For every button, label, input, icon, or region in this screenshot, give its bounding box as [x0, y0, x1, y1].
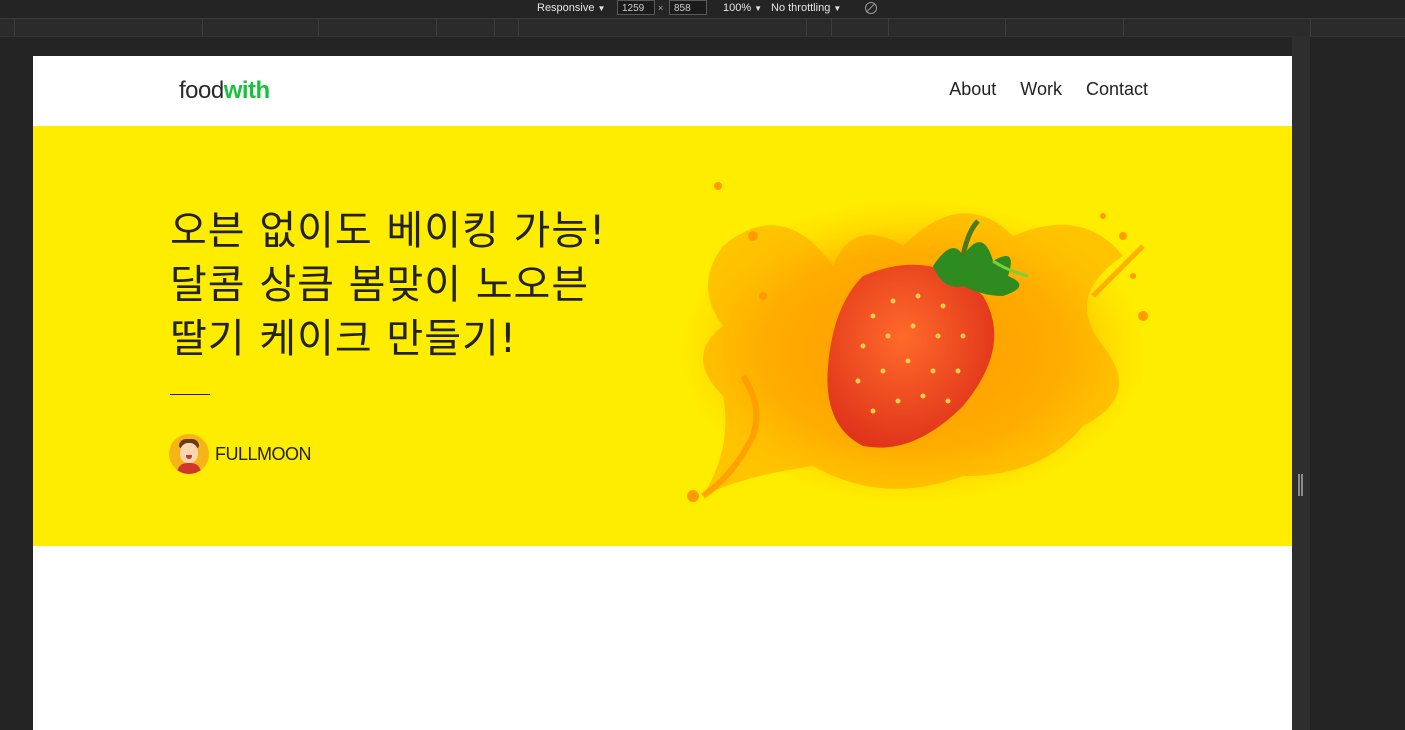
main-nav: About Work Contact [949, 79, 1148, 100]
chevron-down-icon: ▼ [833, 3, 842, 13]
resize-gutter [1292, 36, 1310, 730]
hero-title-line: 달콤 상큼 봄맞이 노오븐 [170, 262, 590, 308]
devtools-toolbar: Responsive ▼ 1259 × 858 100% ▼ No thrott… [0, 0, 1405, 19]
hero-title-line: 딸기 케이크 만들기! [170, 316, 517, 362]
site-header: foodwith About Work Contact [33, 56, 1292, 126]
hero-title: 오븐 없이도 베이킹 가능! 달콤 상큼 봄맞이 노오븐 딸기 케이크 만들기! [170, 204, 606, 366]
logo-with-text: with [223, 77, 271, 104]
hero-banner: 오븐 없이도 베이킹 가능! 달콤 상큼 봄맞이 노오븐 딸기 케이크 만들기!… [33, 126, 1292, 546]
viewport-resize-handle[interactable] [1298, 474, 1303, 496]
author-name: FULLMOON [215, 443, 312, 464]
nav-work-link[interactable]: Work [1020, 79, 1062, 100]
hero-divider [170, 394, 210, 395]
viewport-width-input[interactable]: 1259 [617, 0, 655, 15]
author-byline[interactable]: FULLMOON [169, 434, 312, 474]
throttling-label: No throttling [771, 2, 831, 14]
emulated-viewport: foodwith About Work Contact 오븐 없이도 베이킹 가… [33, 56, 1292, 730]
site-logo[interactable]: foodwith [179, 77, 270, 105]
viewport-height-input[interactable]: 858 [669, 0, 707, 15]
zoom-select[interactable]: 100% ▼ [723, 2, 762, 14]
zoom-label: 100% [723, 2, 752, 14]
logo-food-text: food [179, 77, 224, 104]
author-avatar [169, 434, 209, 474]
hero-title-line: 오븐 없이도 베이킹 가능! [170, 208, 607, 254]
throttling-select[interactable]: No throttling ▼ [771, 2, 841, 14]
rotate-icon[interactable] [865, 2, 877, 14]
device-mode-select[interactable]: Responsive ▼ [537, 2, 605, 14]
nav-about-link[interactable]: About [949, 79, 996, 100]
nav-contact-link[interactable]: Contact [1086, 79, 1148, 100]
chevron-down-icon: ▼ [597, 3, 606, 13]
strawberry-splash-image [683, 182, 1148, 502]
device-mode-label: Responsive [537, 2, 595, 14]
chevron-down-icon: ▼ [754, 3, 763, 13]
media-query-ruler [0, 19, 1405, 37]
dimension-separator: × [658, 3, 664, 13]
